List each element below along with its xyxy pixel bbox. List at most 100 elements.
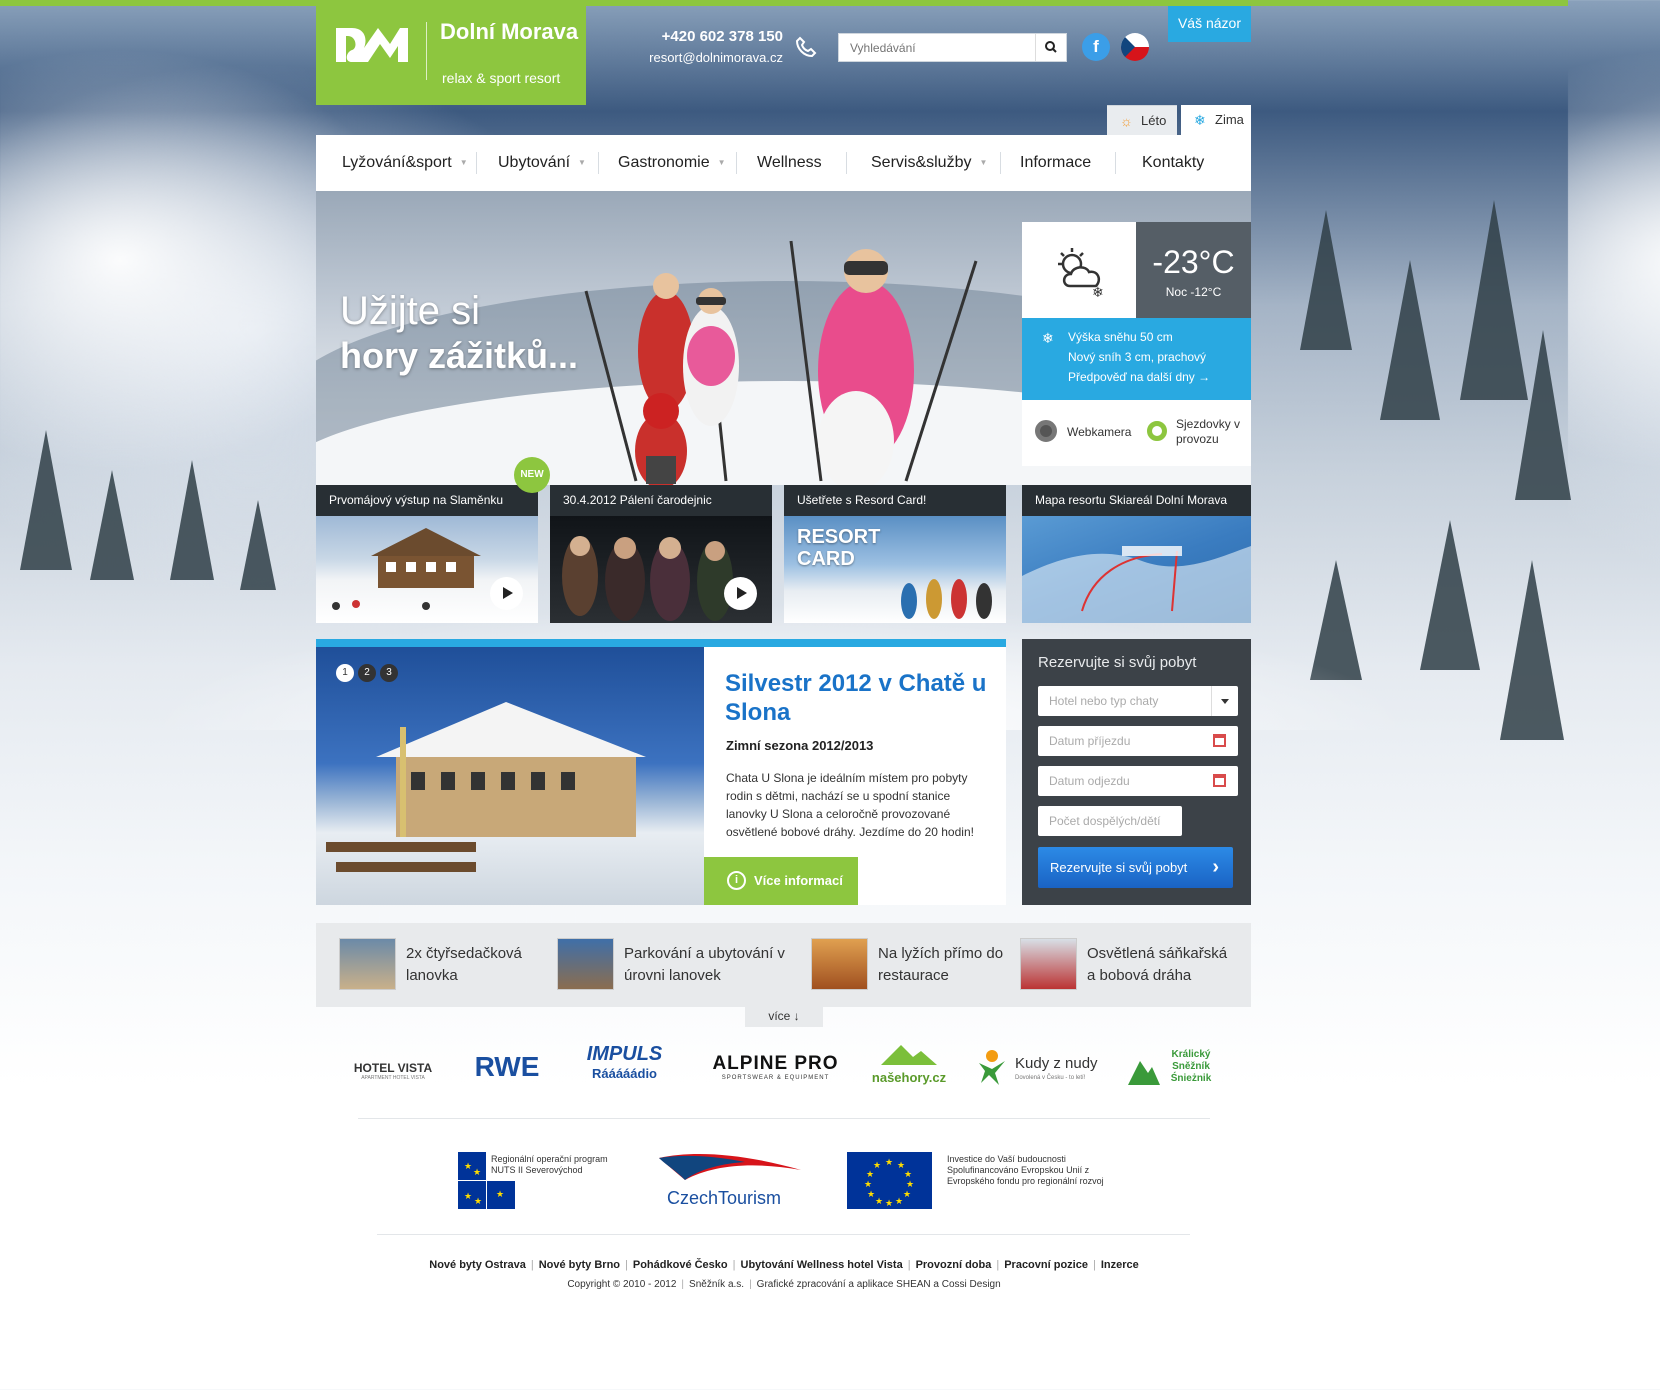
main-navigation: Lyžování&sport ▼ Ubytování ▼ Gastronomie ▼ … — [316, 135, 1251, 191]
current-temperature: -23°C — [1152, 244, 1235, 280]
calendar-icon[interactable] — [1213, 734, 1226, 747]
partner-logo-hotel-vista[interactable]: HOTEL VISTA APARTMENT HOTEL VISTA — [348, 1043, 438, 1093]
logo[interactable]: Dolní Morava relax & sport resort — [316, 6, 586, 105]
night-temperature: Noc -12°C — [1165, 285, 1222, 299]
nav-item-label: Informace — [1020, 154, 1092, 171]
czechtourism-name: CzechTourism — [667, 1188, 782, 1208]
footer-links: Nové byty Ostrava | Nové byty Brno | Pohádko… — [0, 1259, 1568, 1271]
reserve-button[interactable]: Rezervujte si svůj pobyt › — [1038, 847, 1233, 888]
departure-date-field[interactable]: Datum odjezdu — [1038, 766, 1238, 796]
partner-logo-kudy-z-nudy[interactable]: Kudy z nudy Dovolená v Česku - to letí! — [975, 1043, 1105, 1093]
snow-info: ❄ Výška sněhu 50 cm Nový sníh 3 cm, prac… — [1022, 318, 1251, 400]
footer-separator: | — [530, 1259, 534, 1271]
play-video-button[interactable] — [724, 577, 757, 610]
nav-separator — [736, 152, 737, 174]
departure-date-placeholder: Datum odjezdu — [1049, 774, 1130, 788]
facebook-icon[interactable]: f — [1082, 33, 1110, 61]
hotel-select[interactable]: Hotel nebo typ chaty — [1038, 686, 1238, 716]
hotel-select-placeholder: Hotel nebo typ chaty — [1049, 694, 1159, 708]
footer-link[interactable]: Inzerce — [1101, 1259, 1139, 1271]
footer-link[interactable]: Nové byty Ostrava — [429, 1259, 526, 1271]
top-accent-bar — [0, 0, 1568, 6]
footer-link[interactable]: Ubytování Wellness hotel Vista — [741, 1259, 903, 1271]
partner-logo-alpine-pro[interactable]: ALPINE PRO SPORTSWEAR & EQUIPMENT — [708, 1043, 843, 1093]
chevron-down-icon: ▼ — [979, 158, 988, 167]
email-link[interactable]: resort@dolnimorava.cz — [630, 50, 783, 65]
partner-logo-rwe[interactable]: RWE — [462, 1043, 552, 1093]
arrival-date-field[interactable]: Datum příjezdu — [1038, 726, 1238, 756]
nav-item-ubytovani[interactable]: Ubytování ▼ — [498, 135, 586, 191]
slopes-status-icon[interactable] — [1147, 421, 1167, 441]
weather-links: Webkamera Sjezdovky v provozu — [1022, 400, 1251, 466]
slider-dot[interactable]: 1 — [336, 664, 354, 682]
hero-headline: Užijte si hory zážitků... — [340, 288, 578, 378]
amenities-bar: 2x čtyřsedačková lanovka Parkování a uby… — [316, 923, 1251, 1007]
feature-tile[interactable]: 30.4.2012 Pálení čarodejnic — [550, 485, 772, 623]
nav-separator — [846, 152, 847, 174]
amenity-thumbnail — [557, 938, 614, 990]
footer-link[interactable]: Pohádkové Česko — [633, 1259, 728, 1271]
chalet-photo-illustration — [326, 702, 646, 872]
feature-tile[interactable]: Prvomájový výstup na Slaměnku — [316, 485, 538, 623]
tile-caption: Mapa resortu Skiareál Dolní Morava — [1022, 485, 1251, 516]
partner-logo-impuls[interactable]: IMPULS Rááááádio — [572, 1043, 677, 1093]
czechtourism-logo[interactable]: CzechTourism — [655, 1150, 805, 1214]
resort-card-overlay: RESORT CARD — [797, 526, 881, 570]
slider-dot[interactable]: 2 — [358, 664, 376, 682]
design-credit[interactable]: Grafické zpracování a aplikace SHEAN a C… — [757, 1279, 1001, 1290]
svg-text:❄: ❄ — [1092, 285, 1104, 301]
nav-item-label: Lyžování&sport — [342, 154, 452, 172]
season-tab-summer[interactable]: ☼ Léto — [1107, 105, 1177, 135]
footer-link[interactable]: Provozní doba — [916, 1259, 992, 1271]
tile-caption: Ušetřete s Resord Card! — [784, 485, 1006, 516]
more-button[interactable]: více ↓ — [745, 1005, 823, 1027]
nav-item-servis[interactable]: Servis&služby ▼ — [871, 135, 987, 191]
partner-logo-nasehory[interactable]: našehory.cz — [868, 1043, 950, 1093]
feature-tile[interactable]: Ušetřete s Resord Card! RESORT CARD — [784, 485, 1006, 623]
nav-item-informace[interactable]: Informace — [1020, 135, 1091, 191]
guests-field[interactable]: Počet dospělých/dětí — [1038, 806, 1182, 836]
article-text: Chata U Slona je ideálním místem pro pob… — [726, 771, 974, 839]
footer-separator: | — [1092, 1259, 1096, 1271]
phone-icon — [795, 36, 817, 58]
skiers-illustration — [584, 240, 978, 485]
play-video-button[interactable] — [490, 577, 523, 610]
amenity-text: Na lyžích přímo do restaurace — [878, 945, 1004, 984]
season-tab-winter[interactable]: ❄ Zima — [1181, 105, 1251, 135]
season-tab-label: Zima — [1215, 112, 1244, 127]
mountain-logo-icon — [881, 1045, 937, 1065]
divider — [377, 1234, 1190, 1235]
article-title[interactable]: Silvestr 2012 v Chatě u Slona — [725, 669, 995, 727]
search-button[interactable] — [1035, 34, 1066, 61]
footer-link[interactable]: Pracovní pozice — [1004, 1259, 1088, 1271]
nav-item-label: Wellness — [757, 154, 822, 171]
partner-name: Kudy z nudy — [1015, 1055, 1098, 1072]
nav-item-kontakty[interactable]: Kontakty — [1142, 135, 1204, 191]
footer-link[interactable]: Nové byty Brno — [539, 1259, 620, 1271]
slider-dot[interactable]: 3 — [380, 664, 398, 682]
search-input[interactable] — [839, 34, 1036, 61]
nav-item-wellness[interactable]: Wellness — [757, 135, 822, 191]
temperature-panel: -23°C Noc -12°C — [1136, 222, 1251, 318]
chevron-right-icon: › — [1212, 856, 1219, 878]
partner-logo-kralicky-sneznik[interactable]: Králický Sněžník Śnieżnik — [1126, 1043, 1216, 1093]
nav-item-gastronomie[interactable]: Gastronomie ▼ — [618, 135, 726, 191]
partner-subtitle: Rááááádio — [591, 1066, 658, 1081]
nav-item-lyzovani[interactable]: Lyžování&sport ▼ — [342, 135, 468, 191]
more-info-label: Více informací — [754, 873, 843, 888]
webcam-icon[interactable] — [1035, 420, 1057, 442]
article-photo: 123 — [316, 647, 704, 905]
snowflake-icon: ❄ — [1194, 112, 1206, 128]
czech-flag-icon[interactable] — [1121, 33, 1149, 61]
phone-number[interactable]: +420 602 378 150 — [630, 28, 783, 45]
hero-headline-line2: hory zážitků... — [340, 335, 579, 376]
webcam-link[interactable]: Webkamera — [1067, 425, 1131, 439]
more-info-button[interactable]: i Více informací — [704, 857, 858, 905]
feedback-button[interactable]: Váš názor — [1168, 6, 1251, 42]
slopes-link[interactable]: Sjezdovky v provozu — [1176, 417, 1246, 447]
feature-tile[interactable]: Mapa resortu Skiareál Dolní Morava — [1022, 485, 1251, 623]
calendar-icon[interactable] — [1213, 774, 1226, 787]
company-name[interactable]: Sněžník a.s. — [689, 1279, 744, 1290]
slider-pagination: 123 — [336, 662, 402, 682]
forecast-link[interactable]: Předpověď na další dny → — [1068, 367, 1251, 387]
